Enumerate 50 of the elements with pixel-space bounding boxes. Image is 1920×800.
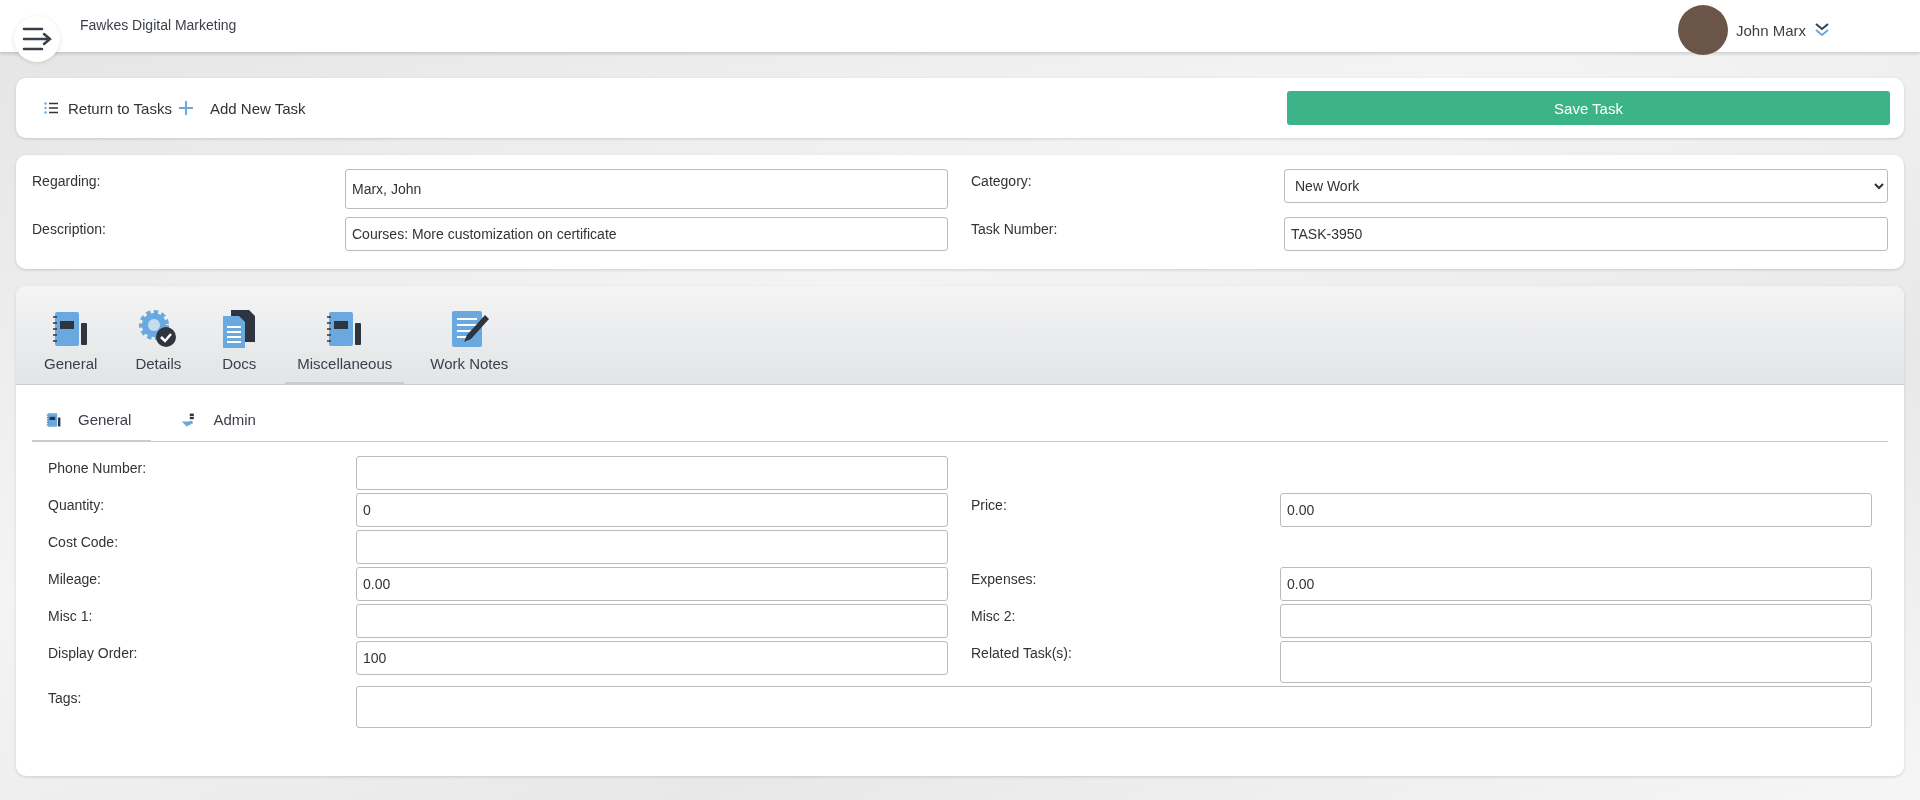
avatar-placeholder: [1677, 5, 1728, 55]
subtab[interactable]: General: [32, 403, 152, 442]
input-field[interactable]: 0.00: [1280, 493, 1872, 527]
input-field[interactable]: [356, 530, 948, 564]
input-field[interactable]: 100: [356, 641, 948, 675]
gear-check-icon: [138, 309, 179, 349]
input-field[interactable]: [356, 456, 948, 490]
field-label: Misc 2:: [971, 607, 1017, 626]
tab[interactable]: General: [32, 309, 110, 384]
double-chevron-icon[interactable]: [1814, 22, 1830, 38]
field-label: Phone Number:: [48, 459, 148, 478]
input-field[interactable]: 0.00: [1280, 567, 1872, 601]
add-link[interactable]: Add New Task: [177, 99, 306, 117]
input-field[interactable]: Marx, John: [345, 169, 948, 209]
user-name[interactable]: John Marx: [1735, 21, 1806, 39]
field-label: Expenses:: [971, 570, 1038, 589]
menu-icon: [21, 27, 53, 51]
input-field[interactable]: [356, 604, 948, 638]
list-icon: [44, 102, 58, 114]
input-field[interactable]: 0.00: [356, 567, 948, 601]
tab[interactable]: Details: [123, 309, 194, 384]
subtab[interactable]: Admin: [167, 403, 276, 442]
category-select[interactable]: New Work: [1284, 169, 1888, 203]
field-label: Misc 1:: [48, 607, 94, 626]
menu-button[interactable]: [14, 16, 60, 62]
notebook-icon: [46, 411, 62, 428]
tab[interactable]: Work Notes: [418, 309, 521, 384]
company-name: Fawkes Digital Marketing: [80, 17, 237, 33]
return-link[interactable]: Return to Tasks: [44, 99, 172, 117]
tab[interactable]: Docs: [207, 309, 272, 384]
field-label: Display Order:: [48, 644, 139, 663]
field-label: Regarding:: [32, 172, 102, 191]
field-label: Related Task(s):: [971, 644, 1073, 663]
input-field[interactable]: [1280, 604, 1872, 638]
input-field[interactable]: [1280, 641, 1872, 683]
field-label: Category:: [971, 172, 1033, 191]
plus-icon: [177, 100, 194, 116]
input-field[interactable]: TASK-3950: [1284, 217, 1888, 251]
field-label: Cost Code:: [48, 533, 120, 552]
input-field[interactable]: 0: [356, 493, 948, 527]
input-field[interactable]: Courses: More customization on certificate: [345, 217, 948, 251]
field-label: Task Number:: [971, 220, 1059, 239]
field-label: Quantity:: [48, 496, 106, 515]
input-field[interactable]: [356, 686, 1872, 728]
field-label: Tags:: [48, 689, 83, 708]
note-pencil-icon: [449, 309, 490, 349]
tab[interactable]: Miscellaneous: [285, 309, 405, 384]
field-label: Price:: [971, 496, 1008, 515]
field-label: Mileage:: [48, 570, 102, 589]
field-label: Description:: [32, 220, 107, 239]
